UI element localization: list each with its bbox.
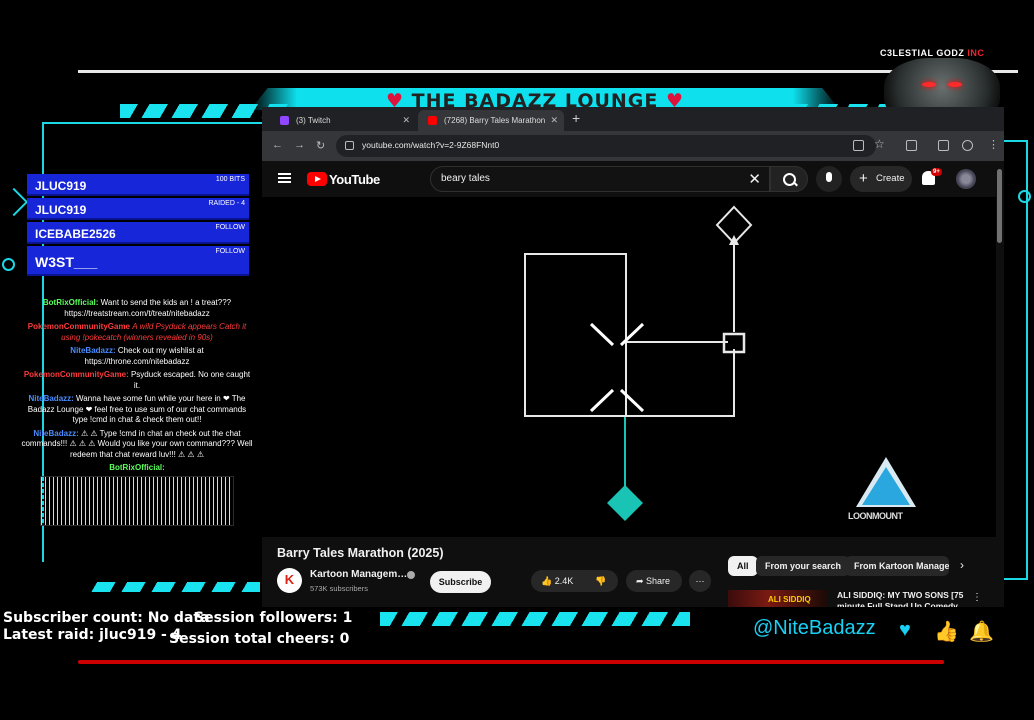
dislike-button[interactable]: 👎 (595, 570, 606, 592)
alert-item: JLUC919 RAIDED - 4 (27, 198, 249, 220)
chat-message: BotRixOfficial: (20, 463, 254, 529)
browser-menu-icon[interactable]: ⋮ (988, 138, 999, 151)
chevron-right-icon[interactable]: › (960, 558, 964, 572)
browser-window: (3) Twitch ✕ (7268) Barry Tales Marathon ✕… (262, 107, 1004, 607)
search-input[interactable]: beary tales ✕ (430, 166, 770, 192)
chat-message: NiteBadazz: Wanna have some fun while yo… (27, 394, 247, 424)
browser-toolbar: ← → ↻ youtube.com/watch?v=2-9Z68FNnt0 ☆ … (262, 131, 1004, 161)
cast-icon[interactable] (906, 140, 917, 151)
tab-strip: (3) Twitch ✕ (7268) Barry Tales Marathon ✕… (262, 107, 1004, 131)
forward-icon[interactable]: → (294, 139, 305, 151)
media-icon[interactable] (938, 140, 949, 151)
alert-item: ICEBABE2526 FOLLOW (27, 222, 249, 244)
site-info-icon[interactable] (345, 141, 354, 150)
address-bar[interactable]: youtube.com/watch?v=2-9Z68FNnt0 (336, 135, 876, 157)
recommended-thumbnail[interactable]: ALI SIDDIQ (728, 590, 828, 607)
channel-watermark: LOONMOUNT (848, 457, 924, 533)
create-button[interactable]: + Create (850, 166, 912, 192)
bottom-divider-line (78, 660, 944, 664)
subscriber-count: 573K subscribers (310, 584, 368, 593)
tab-youtube[interactable]: (7268) Barry Tales Marathon ✕ (418, 110, 564, 131)
notification-count-badge: 9+ (931, 168, 942, 176)
twitch-icon (280, 116, 289, 125)
chat-message: PokemonCommunityGame A wild Psyduck appe… (27, 322, 247, 342)
account-avatar[interactable] (956, 169, 976, 189)
channel-name[interactable]: Kartoon Managem… (310, 569, 407, 580)
recommended-menu-icon[interactable]: ⋮ (972, 592, 982, 603)
extensions-icon[interactable] (962, 140, 973, 151)
like-button[interactable]: 👍 2.4K (541, 570, 573, 592)
tab-twitch[interactable]: (3) Twitch ✕ (270, 110, 416, 131)
bell-icon: 🔔 (969, 621, 994, 643)
ascii-art-image (40, 475, 234, 526)
reload-icon[interactable]: ↻ (316, 139, 325, 152)
youtube-masthead: YouTube beary tales ✕ + Create 9+ (262, 161, 1004, 197)
top-divider-line (78, 70, 1018, 73)
channel-avatar[interactable] (277, 568, 302, 593)
chat-message: NiteBadazz: Check out my wishlist at htt… (70, 346, 204, 366)
like-dislike-group: 👍 2.4K 👎 (531, 570, 618, 592)
heart-icon: ♥ (899, 619, 911, 641)
clear-search-icon[interactable]: ✕ (748, 170, 761, 188)
right-frame-node (1018, 190, 1031, 203)
new-tab-button[interactable]: + (572, 110, 580, 126)
chat-feed: BotRixOfficial: Want to send the kids an… (20, 298, 254, 556)
page-scrollbar[interactable] (997, 169, 1002, 243)
chip-from-channel[interactable]: From Kartoon Manager (845, 556, 949, 576)
bottom-stripes (380, 612, 690, 626)
menu-icon[interactable] (278, 173, 291, 183)
streamer-handle: @NiteBadazz (753, 617, 876, 639)
chip-all[interactable]: All (728, 556, 758, 576)
close-tab-icon[interactable]: ✕ (402, 110, 410, 131)
bookmark-star-icon[interactable]: ☆ (874, 137, 885, 151)
left-frame-arrow (0, 187, 29, 217)
latest-raid-stat: Latest raid: jluc919 - 4 (3, 627, 182, 643)
chat-message: PokemonCommunityGame: Psyduck escaped. N… (23, 370, 251, 390)
alert-item: W3ST___ FOLLOW (27, 246, 249, 276)
video-title: Barry Tales Marathon (2025) (277, 546, 444, 560)
install-icon[interactable] (853, 140, 864, 151)
chat-message: BotRixOfficial: Want to send the kids an… (42, 298, 232, 318)
session-followers-stat: Session followers: 1 (194, 610, 353, 626)
share-button[interactable]: ➦ Share (626, 570, 682, 592)
chip-from-your-search[interactable]: From your search (756, 556, 851, 576)
alert-item: JLUC919 100 BITS (27, 174, 249, 196)
bottom-stripes-left (90, 582, 260, 592)
subscribe-button[interactable]: Subscribe (430, 571, 491, 593)
thumbs-up-icon: 👍 (934, 621, 959, 643)
video-player[interactable]: LOONMOUNT (262, 197, 996, 537)
verified-icon (407, 571, 415, 579)
youtube-logo-icon[interactable] (307, 172, 327, 186)
chat-message: NiteBadazz: ⚠ ⚠ Type !cmd in chat an che… (21, 428, 253, 459)
voice-search-icon[interactable] (816, 166, 842, 192)
left-frame-node (2, 258, 15, 271)
close-tab-icon[interactable]: ✕ (550, 110, 558, 131)
brand-name: C3LESTIAL GODZ INC (880, 48, 985, 58)
youtube-icon (428, 116, 437, 125)
back-icon[interactable]: ← (272, 139, 283, 151)
recommended-title[interactable]: ALI SIDDIQ: MY TWO SONS [75 minute Full … (837, 590, 965, 607)
youtube-logo-text[interactable]: YouTube (329, 172, 380, 187)
more-actions-button[interactable]: ⋯ (689, 570, 711, 592)
subscriber-count-stat: Subscriber count: No data (3, 610, 210, 626)
overlay-frame-right (1004, 140, 1028, 580)
search-button[interactable] (770, 166, 808, 192)
session-cheers-stat: Session total cheers: 0 (169, 631, 350, 647)
